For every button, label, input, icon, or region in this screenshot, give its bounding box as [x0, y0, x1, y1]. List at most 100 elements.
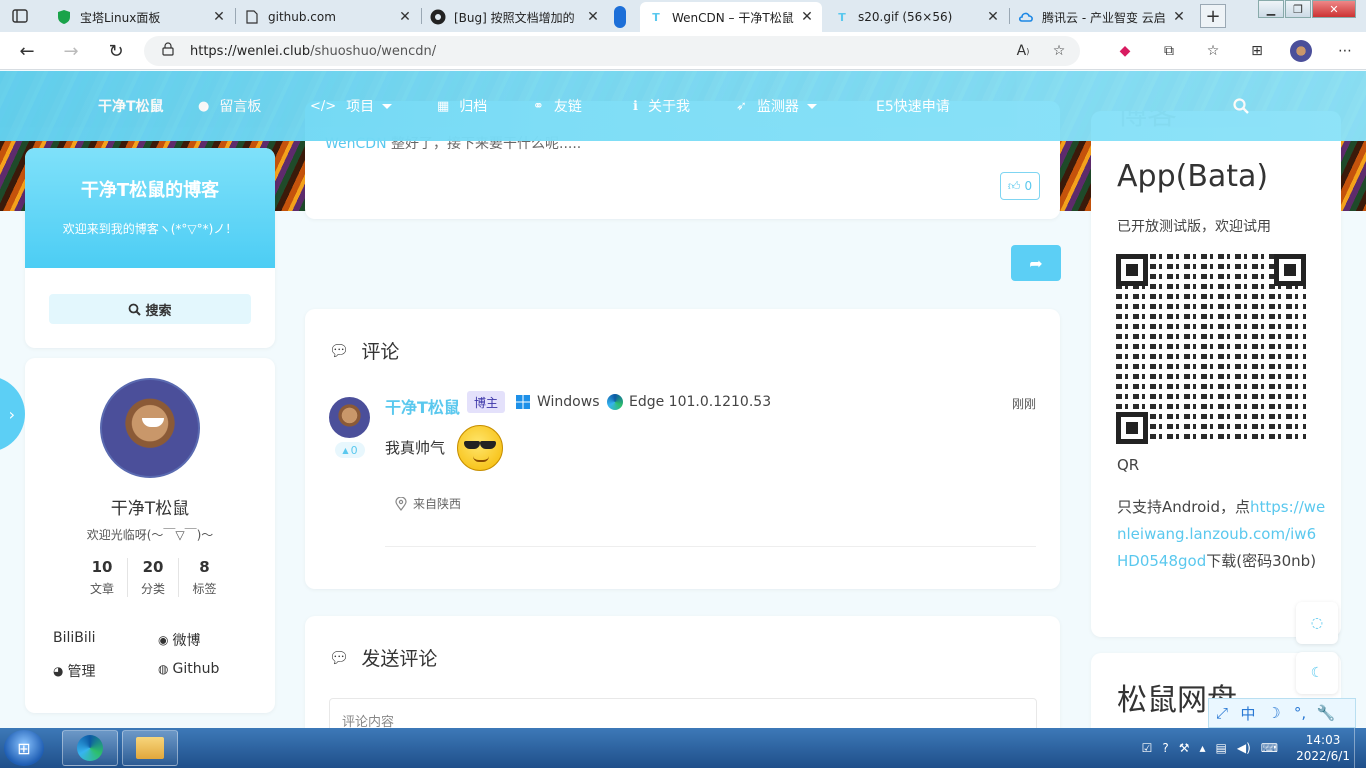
link-bilibili[interactable]: BiliBili — [53, 630, 96, 646]
nav-label: 监测器 — [756, 99, 799, 115]
nav-item-about[interactable]: ℹ 关于我 — [633, 71, 690, 141]
close-icon[interactable]: ✕ — [1172, 9, 1186, 25]
read-aloud-icon[interactable]: A) — [1012, 40, 1034, 62]
search-label: 搜索 — [145, 303, 172, 319]
comment-upvote-button[interactable]: ▲ 0 — [335, 442, 365, 458]
nav-item-friends[interactable]: ⚭ 友链 — [533, 71, 582, 141]
comments-heading: 💬︎ 评论 — [329, 337, 399, 364]
nav-label: 留言板 — [219, 99, 262, 115]
dark-mode-button[interactable]: ☾ — [1296, 652, 1338, 694]
send-comment-card: 💬︎ 发送评论 评论内容 — [305, 616, 1060, 728]
stat-posts[interactable]: 10 文章 — [77, 558, 128, 597]
ime-expand-icon[interactable]: ⤢ — [1209, 704, 1235, 722]
start-button[interactable]: ⊞ — [4, 730, 44, 766]
comment-author[interactable]: 干净T松鼠 — [385, 394, 460, 418]
tab-tencent-cloud[interactable]: 腾讯云 - 产业智变 云启 ✕ — [1010, 2, 1194, 32]
link-label: 管理 — [67, 664, 96, 680]
site-icon: T — [838, 10, 846, 24]
collections-icon[interactable]: ⊞ — [1246, 40, 1268, 62]
clock[interactable]: 14:03 2022/6/1 — [1296, 732, 1350, 764]
refresh-icon[interactable]: ↻ — [105, 40, 127, 62]
ime-settings-icon[interactable]: 🔧 — [1313, 704, 1339, 722]
location-pin-icon — [395, 496, 407, 511]
qr-label: QR — [1117, 456, 1140, 474]
browser-label: Edge 101.0.1210.53 — [629, 394, 772, 410]
url-field[interactable]: https://wenlei.club/shuoshuo/wencdn/ — [144, 36, 1080, 66]
tab-baota[interactable]: 宝塔Linux面板 ✕ — [48, 2, 234, 32]
comment-input[interactable]: 评论内容 — [329, 698, 1037, 728]
share-button[interactable]: ➦ — [1011, 245, 1061, 281]
taskbar-explorer[interactable] — [122, 730, 178, 766]
ime-chinese-mode[interactable]: 中 — [1235, 703, 1261, 724]
comment-browser: Edge 101.0.1210.53 — [607, 394, 771, 410]
help-tray-icon[interactable]: ? — [1162, 741, 1168, 755]
close-icon[interactable]: ✕ — [398, 9, 412, 25]
tab-actions-icon[interactable] — [10, 6, 30, 26]
more-menu-icon[interactable]: ⋯ — [1334, 40, 1356, 62]
browser-tab-strip: 宝塔Linux面板 ✕ github.com ✕ [Bug] 按照文档增加的 ✕… — [0, 0, 1366, 32]
extension-download-icon[interactable]: ◆ — [1114, 40, 1136, 62]
search-button[interactable]: 搜索 — [49, 294, 251, 324]
like-button[interactable]: 👍︎ 0 — [1000, 172, 1040, 200]
tab-wencdn[interactable]: T WenCDN – 干净T松鼠 ✕ — [640, 2, 822, 32]
ime-punct-icon[interactable]: °, — [1287, 704, 1313, 722]
browser-toolbar: ◆ ⧉ ☆ ⊞ ⋯ — [1092, 32, 1356, 70]
tab-github-issue[interactable]: [Bug] 按照文档增加的 ✕ — [422, 2, 608, 32]
cool-emoji-icon — [457, 425, 503, 471]
comment-avatar[interactable] — [329, 397, 370, 438]
nav-search-button[interactable] — [1233, 71, 1249, 141]
favorites-icon[interactable]: ☆ — [1202, 40, 1224, 62]
stat-categories[interactable]: 20 分类 — [128, 558, 179, 597]
blog-title: 干净T松鼠的博客 — [80, 180, 220, 201]
nav-item-monitor[interactable]: ➶ 监测器 — [736, 71, 817, 141]
nav-item-guestbook[interactable]: ● 留言板 — [198, 71, 261, 141]
tab-github-com[interactable]: github.com ✕ — [236, 2, 420, 32]
avatar[interactable] — [100, 378, 200, 478]
forward-icon[interactable]: → — [60, 40, 82, 62]
chevron-up-icon[interactable]: ▴ — [1199, 741, 1205, 755]
close-icon[interactable]: ✕ — [586, 9, 600, 25]
show-desktop-button[interactable] — [1354, 728, 1366, 768]
tab-group-indicator[interactable] — [610, 2, 634, 32]
profile-avatar[interactable] — [1290, 40, 1312, 62]
app-note: 只支持Android，点https://wenleiwang.lanzoub.c… — [1117, 494, 1327, 575]
nav-item-archive[interactable]: ▦ 归档 — [437, 71, 487, 141]
maximize-button[interactable]: ❐ — [1285, 0, 1311, 18]
nav-item-e5[interactable]: E5快速申请 — [876, 71, 950, 141]
tool-tray-icon[interactable]: ⚒ — [1179, 741, 1190, 755]
nav-label: 关于我 — [647, 99, 690, 115]
weibo-icon: ◉ — [158, 633, 169, 647]
stat-tags[interactable]: 8 标签 — [179, 558, 230, 597]
nav-label: E5快速申请 — [876, 99, 950, 115]
link-admin[interactable]: ◕ 管理 — [53, 661, 95, 681]
new-tab-button[interactable]: + — [1200, 4, 1226, 28]
link-github[interactable]: ◍ Github — [158, 661, 219, 677]
rocket-icon: ➶ — [736, 98, 747, 114]
comments-icon: 💬︎ — [329, 341, 350, 360]
tab-s20-gif[interactable]: T s20.gif (56×56) ✕ — [826, 2, 1008, 32]
favorite-star-icon[interactable]: ☆ — [1048, 40, 1070, 62]
taskbar-edge[interactable] — [62, 730, 118, 766]
floating-comment-button[interactable]: ◌ — [1296, 602, 1338, 644]
back-icon[interactable]: ← — [16, 40, 38, 62]
ime-moon-icon[interactable]: ☽ — [1261, 704, 1287, 722]
vote-count: 0 — [350, 443, 358, 457]
close-icon[interactable]: ✕ — [212, 9, 226, 25]
network-icon[interactable]: ▤ — [1216, 741, 1227, 755]
close-icon[interactable]: ✕ — [800, 9, 814, 25]
close-icon[interactable]: ✕ — [986, 9, 1000, 25]
link-weibo[interactable]: ◉ 微博 — [158, 630, 200, 650]
minimize-button[interactable]: ▁ — [1258, 0, 1284, 18]
nav-item-projects[interactable]: </> 项目 — [310, 71, 393, 141]
checkbox-tray-icon[interactable]: ☑ — [1142, 741, 1153, 755]
search-icon — [1233, 98, 1249, 114]
comments-title: 评论 — [361, 341, 400, 363]
url-text: https://wenlei.club/shuoshuo/wencdn/ — [190, 44, 436, 59]
volume-icon[interactable]: ◀) — [1237, 741, 1251, 755]
ime-tray-icon[interactable]: ⌨ — [1261, 741, 1278, 755]
window-close-button[interactable]: ✕ — [1312, 0, 1356, 18]
stat-value: 8 — [199, 558, 210, 576]
nav-brand[interactable]: 干净T松鼠 — [98, 71, 164, 141]
extensions-icon[interactable]: ⧉ — [1158, 40, 1180, 62]
note-prefix: 只支持Android，点 — [1117, 498, 1250, 516]
